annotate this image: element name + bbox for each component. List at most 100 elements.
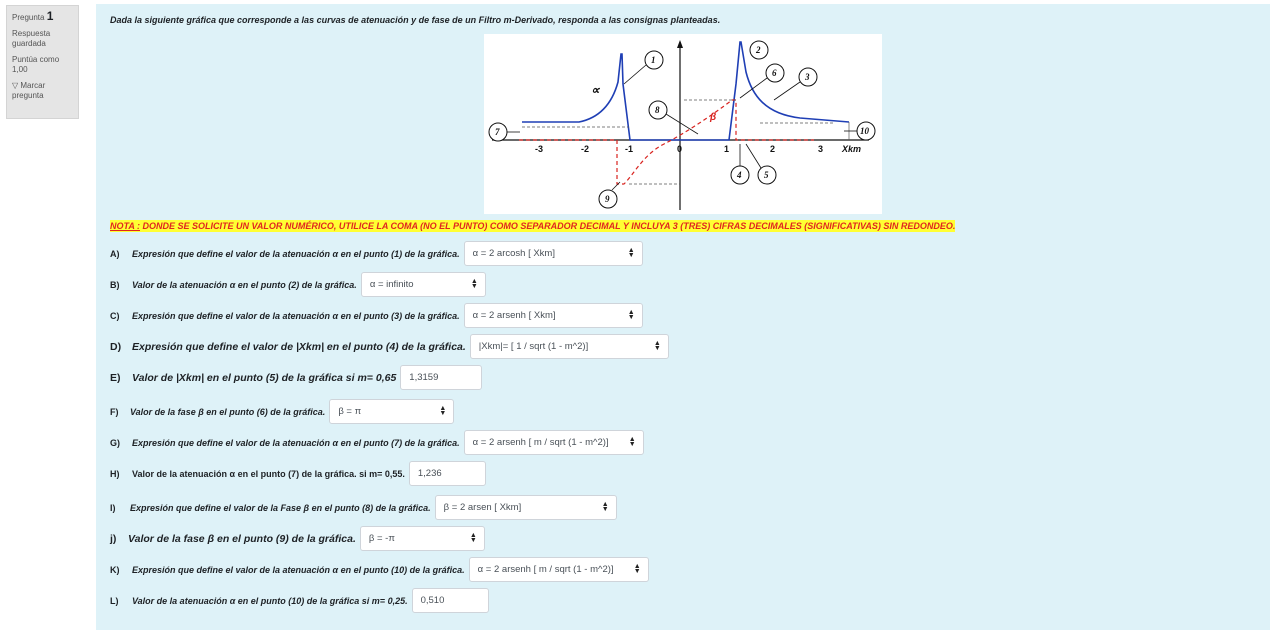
x-tick-label: 3 — [818, 144, 823, 154]
question-row-g: G) Expresión que define el valor de la at… — [110, 430, 644, 455]
question-score: Puntúa como 1,00 — [12, 55, 60, 74]
row-letter: C) — [110, 310, 120, 321]
question-row-k: K) Expresión que define el valor de la at… — [110, 557, 649, 582]
answer-select-k[interactable]: α = 2 arsenh [ m / sqrt (1 - m^2)] ▲ ▼ — [468, 557, 649, 582]
marker-pointer — [623, 64, 647, 85]
question-number: Pregunta 1 — [12, 9, 73, 23]
x-tick-label: -3 — [535, 144, 543, 154]
x-axis-label: Xkm — [841, 144, 861, 154]
marker-label: 3 — [804, 72, 810, 82]
select-arrows-icon: ▲ ▼ — [470, 278, 478, 290]
marker-label: 10 — [860, 126, 870, 136]
select-arrows-icon: ▲ ▼ — [633, 563, 641, 575]
row-prompt: Valor de la fase β en el punto (9) de la… — [128, 532, 356, 545]
question-status: Respuesta guardada — [12, 29, 51, 48]
row-prompt: Valor de |Xkm| en el punto (5) de la grá… — [132, 371, 397, 384]
row-prompt: Expresión que define el valor de la aten… — [132, 437, 460, 448]
row-prompt: Valor de la atenuación α en el punto (2)… — [132, 279, 357, 290]
alpha-label: ∝ — [591, 83, 601, 97]
question-row-d: D) Expresión que define el valor de |Xkm|… — [110, 334, 669, 359]
marker-pointer — [745, 143, 762, 169]
answer-select-i[interactable]: β = 2 arsen [ Xkm] ▲ ▼ — [434, 495, 617, 520]
select-arrows-icon: ▲ ▼ — [469, 532, 477, 544]
question-info-panel: Pregunta 1 Respuesta guardada Puntúa com… — [6, 5, 79, 119]
row-letter: K) — [110, 564, 120, 575]
input-value: 1,236 — [417, 468, 442, 479]
marker-label: 5 — [764, 170, 769, 180]
select-arrows-icon: ▲ ▼ — [653, 340, 661, 352]
marker-pointer — [611, 181, 621, 191]
answer-select-b[interactable]: α = infinito ▲ ▼ — [360, 272, 486, 297]
y-axis-arrow — [677, 40, 683, 48]
question-row-c: C) Expresión que define el valor de la at… — [110, 303, 643, 328]
answer-select-j[interactable]: β = -π ▲ ▼ — [359, 526, 485, 551]
select-value: α = 2 arsenh [ Xkm] — [472, 310, 556, 321]
row-prompt: Expresión que define el valor de |Xkm| e… — [132, 340, 466, 353]
row-prompt: Valor de la fase β en el punto (6) de la… — [130, 406, 326, 417]
row-letter: D) — [110, 340, 122, 353]
note-text: DONDE SE SOLICITE UN VALOR NUMÉRICO, UTI… — [140, 221, 956, 231]
question-row-a: A) Expresión que define el valor de la at… — [110, 241, 643, 266]
answer-input-h[interactable]: 1,236 — [408, 461, 486, 486]
flag-question-link[interactable]: ▽ Marcar pregunta — [12, 81, 73, 101]
select-value: α = 2 arsenh [ m / sqrt (1 - m^2)] — [472, 437, 609, 448]
marker-label: 8 — [655, 105, 660, 115]
question-label: Pregunta — [12, 13, 45, 22]
question-content: Dada la siguiente gráfica que correspond… — [96, 4, 1270, 630]
filter-curves-figure: -3 -2 -1 0 1 2 3 Xkm ∝ β 1 2 3 4 5 6 7 8… — [484, 34, 882, 214]
question-row-h: H) Valor de la atenuación α en el punto (… — [110, 461, 486, 486]
answer-select-g[interactable]: α = 2 arsenh [ m / sqrt (1 - m^2)] ▲ ▼ — [463, 430, 644, 455]
answer-input-e[interactable]: 1,3159 — [400, 365, 483, 390]
row-letter: I) — [110, 502, 116, 513]
answer-select-f[interactable]: β = π ▲ ▼ — [329, 399, 455, 424]
question-row-b: B) Valor de la atenuación α en el punto (… — [110, 272, 486, 297]
row-prompt: Valor de la atenuación α en el punto (10… — [132, 595, 408, 606]
marker-label: 7 — [495, 127, 500, 137]
question-row-e: E) Valor de |Xkm| en el punto (5) de la g… — [110, 365, 483, 390]
row-prompt: Expresión que define el valor de la aten… — [132, 248, 460, 259]
select-value: β = 2 arsen [ Xkm] — [443, 502, 522, 513]
marker-pointer — [739, 77, 768, 99]
select-arrows-icon: ▲ ▼ — [439, 405, 447, 417]
answer-input-l[interactable]: 0,510 — [411, 588, 489, 613]
x-tick-label: 0 — [677, 144, 682, 154]
input-value: 0,510 — [420, 595, 445, 606]
row-letter: L) — [110, 595, 119, 606]
marker-pointer — [773, 81, 801, 101]
input-value: 1,3159 — [409, 372, 439, 383]
x-tick-label: -2 — [581, 144, 589, 154]
marker-pointer — [665, 113, 699, 135]
question-row-l: L) Valor de la atenuación α en el punto (… — [110, 588, 489, 613]
row-letter: G) — [110, 437, 120, 448]
answer-select-d[interactable]: |Xkm|= [ 1 / sqrt (1 - m^2)] ▲ ▼ — [469, 334, 669, 359]
row-letter: H) — [110, 468, 120, 479]
note-banner: NOTA : DONDE SE SOLICITE UN VALOR NUMÉRI… — [110, 220, 956, 232]
row-letter: F) — [110, 406, 119, 417]
row-prompt: Valor de la atenuación α en el punto (7)… — [132, 468, 405, 479]
row-letter: j) — [110, 532, 117, 545]
marker-label: 4 — [736, 170, 742, 180]
x-tick-label: -1 — [625, 144, 633, 154]
select-arrows-icon: ▲ ▼ — [628, 436, 636, 448]
select-value: β = π — [338, 406, 362, 417]
note-prefix: NOTA : — [110, 221, 140, 231]
question-text: Dada la siguiente gráfica que correspond… — [110, 15, 721, 25]
answer-select-a[interactable]: α = 2 arcosh [ Xkm] ▲ ▼ — [463, 241, 643, 266]
answer-select-c[interactable]: α = 2 arsenh [ Xkm] ▲ ▼ — [463, 303, 643, 328]
marker-label: 6 — [772, 68, 777, 78]
attenuation-curve — [522, 41, 850, 141]
select-value: α = infinito — [369, 279, 414, 290]
row-prompt: Expresión que define el valor de la aten… — [132, 564, 465, 575]
select-value: α = 2 arcosh [ Xkm] — [472, 248, 555, 259]
select-arrows-icon: ▲ ▼ — [627, 309, 635, 321]
question-number-value: 1 — [46, 9, 54, 23]
marker-label: 2 — [755, 45, 761, 55]
question-row-f: F) Valor de la fase β en el punto (6) de … — [110, 399, 455, 424]
select-value: β = -π — [368, 533, 395, 544]
row-prompt: Expresión que define el valor de la Fase… — [130, 502, 431, 513]
row-letter: E) — [110, 371, 121, 384]
flag-icon: ▽ — [12, 81, 19, 90]
marker-label: 1 — [651, 55, 656, 65]
row-letter: A) — [110, 248, 120, 259]
x-tick-label: 2 — [770, 144, 775, 154]
